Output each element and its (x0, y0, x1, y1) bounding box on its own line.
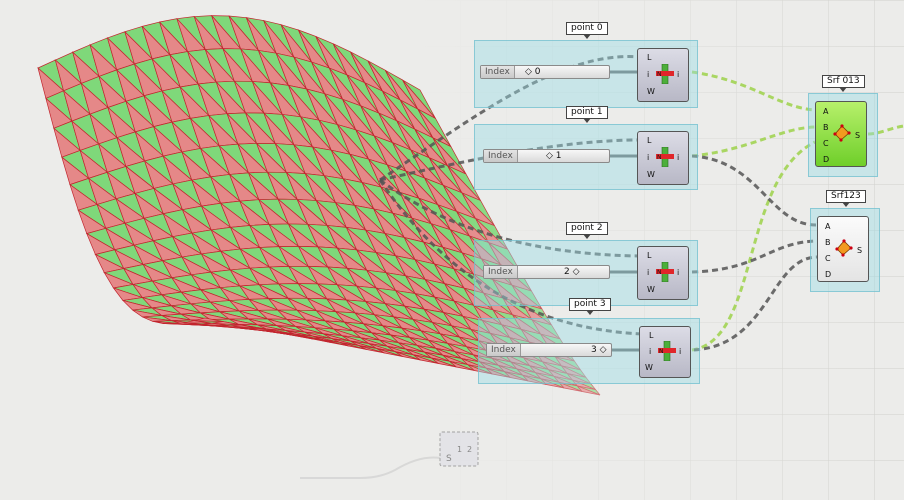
slider-value: ◇ 0 (525, 67, 541, 77)
input-L[interactable]: L (649, 331, 653, 340)
input-W[interactable]: W (647, 87, 655, 96)
input-B[interactable]: B (823, 123, 829, 132)
four-point-surface-srf-123[interactable]: A B C D S (817, 216, 869, 282)
index-slider-1[interactable]: Index ◇ 1 (483, 149, 610, 163)
input-L[interactable]: L (647, 136, 651, 145)
index-slider-2[interactable]: Index 2 ◇ (483, 265, 610, 279)
input-i[interactable]: i (647, 268, 649, 277)
input-B[interactable]: B (825, 238, 831, 247)
tag-srf-123: Srf123 (826, 190, 866, 207)
tag-point-2: point 2 (566, 222, 608, 239)
svg-text:N: N (659, 348, 664, 355)
svg-text:N: N (657, 71, 662, 78)
four-point-surface-icon (835, 239, 853, 257)
list-item-component-0[interactable]: L i W i N (637, 48, 689, 102)
faded-value-2: 2 (467, 445, 472, 454)
output-i[interactable]: i (677, 70, 679, 79)
input-W[interactable]: W (647, 170, 655, 179)
input-C[interactable]: C (823, 139, 829, 148)
output-i[interactable]: i (679, 347, 681, 356)
slider-value: 3 ◇ (591, 345, 607, 355)
svg-text:N: N (657, 154, 662, 161)
list-item-icon: N (658, 341, 676, 361)
input-A[interactable]: A (823, 107, 828, 116)
slider-value: 2 ◇ (564, 267, 580, 277)
input-W[interactable]: W (645, 363, 653, 372)
grasshopper-canvas[interactable]: S 1 2 (0, 0, 904, 500)
tag-point-0: point 0 (566, 22, 608, 39)
slider-value: ◇ 1 (546, 151, 562, 161)
input-W[interactable]: W (647, 285, 655, 294)
output-i[interactable]: i (677, 268, 679, 277)
list-item-icon: N (656, 262, 674, 282)
output-S[interactable]: S (855, 131, 860, 140)
list-item-icon: N (656, 147, 674, 167)
index-slider-0[interactable]: Index ◇ 0 (480, 65, 610, 79)
list-item-component-2[interactable]: L i W i N (637, 246, 689, 300)
input-L[interactable]: L (647, 251, 651, 260)
input-D[interactable]: D (823, 155, 829, 164)
list-item-icon: N (656, 64, 674, 84)
slider-label: Index (484, 150, 518, 162)
slider-label: Index (487, 344, 521, 356)
tag-point-1: point 1 (566, 106, 608, 123)
tag-point-3: point 3 (569, 298, 611, 315)
faded-input-label: S (446, 454, 452, 464)
input-i[interactable]: i (649, 347, 651, 356)
svg-text:N: N (657, 269, 662, 276)
input-i[interactable]: i (647, 153, 649, 162)
input-A[interactable]: A (825, 222, 830, 231)
input-L[interactable]: L (647, 53, 651, 62)
index-slider-3[interactable]: Index 3 ◇ (486, 343, 612, 357)
output-i[interactable]: i (677, 153, 679, 162)
four-point-surface-icon (833, 124, 851, 142)
input-C[interactable]: C (825, 254, 831, 263)
tag-srf-013: Srf 013 (822, 75, 865, 92)
output-S[interactable]: S (857, 246, 862, 255)
faded-value-1: 1 (457, 445, 462, 454)
slider-label: Index (484, 266, 518, 278)
input-i[interactable]: i (647, 70, 649, 79)
slider-label: Index (481, 66, 515, 78)
four-point-surface-srf-013[interactable]: A B C D S (815, 101, 867, 167)
list-item-component-3[interactable]: L i W i N (639, 326, 691, 378)
input-D[interactable]: D (825, 270, 831, 279)
list-item-component-1[interactable]: L i W i N (637, 131, 689, 185)
